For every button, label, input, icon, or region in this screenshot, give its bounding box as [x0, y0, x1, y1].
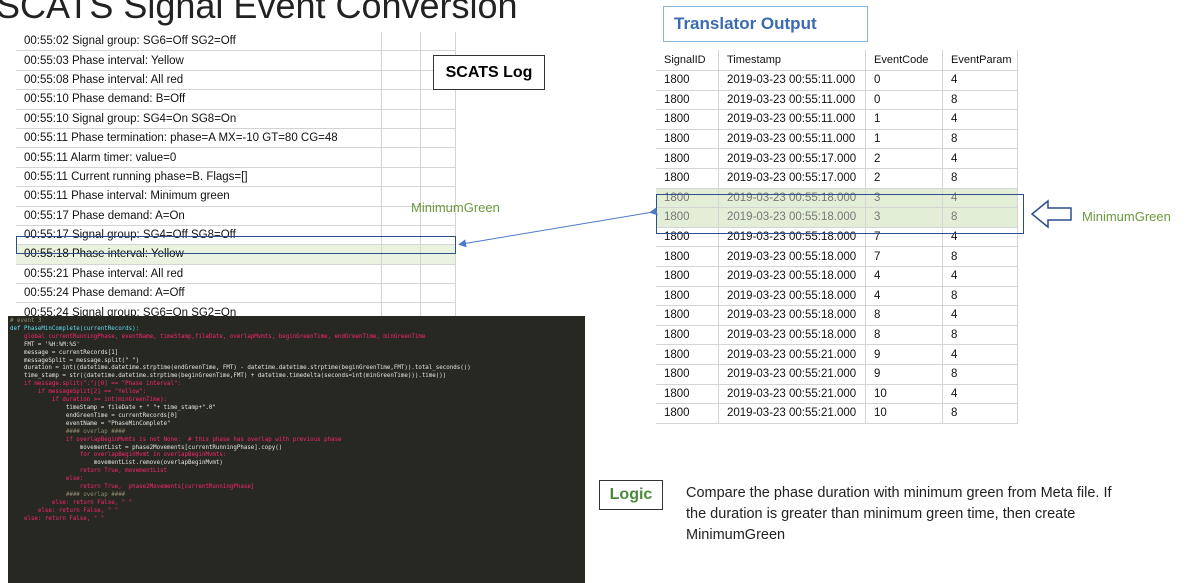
- code-line: movementList = phase2Movements[currentRu…: [10, 444, 283, 451]
- code-line: if overlapBeginMvmts is not None: # this…: [10, 436, 342, 443]
- code-line: return True, movementList: [10, 468, 168, 475]
- code-line: endGreenTime = currentRecords[0]: [10, 412, 178, 419]
- logic-label: Logic: [599, 480, 663, 510]
- code-line: if duration >= int(minGreenTime):: [10, 397, 168, 404]
- code-line: timeStamp = fileDate + " "+ time_stamp+"…: [10, 404, 216, 411]
- code-line: # event 3: [10, 318, 42, 324]
- code-line: messageSplit = message.split(" "): [10, 357, 140, 364]
- code-line: duration = int((datetime.datetime.strpti…: [10, 365, 471, 372]
- code-line: else: return False, " ": [10, 499, 133, 506]
- logic-description: Compare the phase duration with minimum …: [686, 485, 1112, 543]
- code-line: def PhaseMinComplete(currentRecords):: [10, 325, 140, 332]
- code-line: else:: [10, 476, 84, 483]
- code-line: else: return False, " ": [10, 515, 105, 522]
- code-line: movementList.remove(overlapBeginMvmt): [10, 460, 223, 467]
- code-line: time_stamp = str((datetime.datetime.strp…: [10, 373, 447, 380]
- code-line: if messageSplit[2] == "Yellow":: [10, 389, 147, 396]
- code-line: else: return False, " ": [10, 507, 119, 514]
- code-line: if message.split(":")[0] == "Phase inter…: [10, 381, 182, 388]
- left-block-arrow-icon: [1030, 199, 1072, 229]
- code-line: return True, phase2Movements[currentRunn…: [10, 484, 255, 491]
- code-line: #### overlap ####: [10, 491, 126, 498]
- code-line: #### overlap ####: [10, 428, 126, 435]
- code-panel: # event 3 def PhaseMinComplete(currentRec…: [8, 316, 585, 583]
- code-line: FMT = '%H:%M:%S': [10, 341, 80, 348]
- connector-arrow: [458, 207, 658, 248]
- code-line: for overlapBeginMvmt in overlapBeginMvmt…: [10, 452, 227, 459]
- code-line: global currentRunningPhase, eventName, t…: [10, 333, 426, 340]
- code-line: message = currentRecords[1]: [10, 349, 119, 356]
- code-line: eventName = "PhaseMinComplete": [10, 420, 171, 427]
- code-block: # event 3 def PhaseMinComplete(currentRec…: [8, 316, 585, 524]
